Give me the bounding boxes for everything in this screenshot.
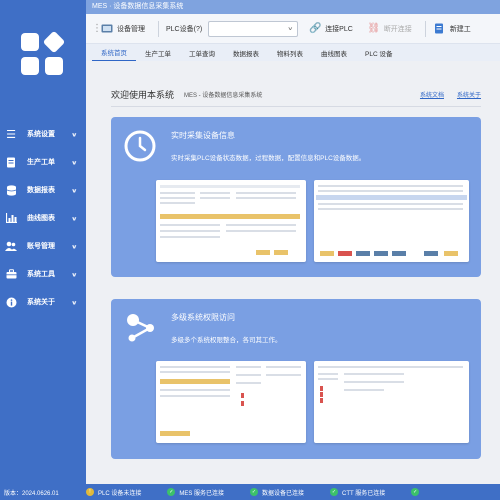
new-document-icon (433, 23, 447, 35)
sidebar-item-work-orders[interactable]: 生产工单 ∨ (0, 148, 86, 176)
sidebar-item-label: 系统工具 (27, 271, 55, 278)
disconnect-button[interactable]: ⛓ 断开连接 (367, 23, 412, 35)
new-work-order-button[interactable]: 新建工 (433, 23, 471, 35)
menu-icon: ☰ (6, 128, 16, 141)
info-icon (5, 296, 17, 308)
tab-data-reports[interactable]: 数据报表 (224, 48, 268, 61)
status-label: CTT 服务已连接 (342, 490, 386, 497)
status-label: 数据设备已连接 (262, 490, 305, 497)
status-ctt: ✓ CTT 服务已连接 (330, 488, 385, 497)
check-icon: ✓ (250, 488, 259, 496)
tab-plc-devices[interactable]: PLC 设备 (356, 48, 401, 61)
warning-icon: ! (86, 488, 94, 496)
users-icon (5, 240, 17, 252)
chevron-down-icon: ∨ (71, 270, 78, 278)
device-icon (100, 23, 114, 35)
unlink-icon: ⛓ (367, 23, 381, 34)
check-icon: ✓ (330, 488, 339, 496)
status-plc: ! PLC 设备未连接 (86, 488, 141, 497)
toolbar: ⋮ 设备管理 PLC设备(?) ∨ 🔗 连接PLC ⛓ 断开连接 新建工 (86, 14, 500, 44)
preview-screenshot (314, 180, 469, 262)
sidebar-nav: ☰ 系统设置 ∨ 生产工单 ∨ 数据报表 ∨ 曲线图表 ∨ 账号管理 ∨ 系统工… (0, 120, 86, 316)
sidebar-item-label: 系统关于 (27, 299, 55, 306)
plc-device-label: PLC设备(?) (166, 25, 203, 33)
about-link[interactable]: 系统关于 (457, 90, 481, 99)
status-extra: ✓ (411, 488, 423, 496)
sidebar-item-label: 账号管理 (27, 243, 55, 250)
sidebar-item-label: 数据报表 (27, 187, 55, 194)
card-description: 实时采集PLC设备状态数据，过程数据，配置信息和PLC设备数据。 (171, 155, 366, 162)
toolbar-divider (158, 20, 159, 37)
tab-work-orders[interactable]: 生产工单 (136, 48, 180, 61)
version-label: 版本：2024.0626.01 (4, 490, 59, 497)
chevron-down-icon: ∨ (71, 242, 78, 250)
status-label: PLC 设备未连接 (98, 490, 142, 497)
sidebar: ☰ 系统设置 ∨ 生产工单 ∨ 数据报表 ∨ 曲线图表 ∨ 账号管理 ∨ 系统工… (0, 0, 86, 484)
toolbox-icon (5, 268, 17, 280)
preview-screenshot (314, 361, 469, 443)
docs-link[interactable]: 系统文档 (420, 90, 444, 99)
divider (111, 106, 481, 107)
check-icon: ✓ (411, 488, 420, 496)
sidebar-item-about[interactable]: 系统关于 ∨ (0, 288, 86, 316)
document-icon (5, 156, 17, 168)
status-label: MES 服务已连接 (179, 490, 225, 497)
sidebar-item-label: 生产工单 (27, 159, 55, 166)
toolbar-divider (424, 20, 426, 37)
chevron-down-icon: ∨ (287, 25, 294, 31)
tab-home[interactable]: 系统首页 (92, 47, 136, 61)
chevron-down-icon: ∨ (71, 298, 78, 306)
window-title: MES · 设备数据信息采集系统 (86, 0, 500, 14)
sidebar-item-data-reports[interactable]: 数据报表 ∨ (0, 176, 86, 204)
preview-screenshot (156, 361, 306, 443)
database-icon (5, 184, 17, 196)
share-icon (123, 311, 157, 345)
card-title: 多级系统权限访问 (171, 313, 235, 322)
new-work-order-label: 新建工 (449, 25, 471, 33)
welcome-links: 系统文档 系统关于 (420, 90, 481, 99)
sidebar-item-charts[interactable]: 曲线图表 ∨ (0, 204, 86, 232)
welcome-subtitle: MES - 设备数据信息采集系统 (184, 92, 263, 99)
tab-order-query[interactable]: 工单查询 (180, 48, 224, 61)
chevron-down-icon: ∨ (71, 130, 78, 138)
status-mes: ✓ MES 服务已连接 (167, 488, 224, 497)
chevron-down-icon: ∨ (71, 186, 78, 194)
card-title: 实时采集设备信息 (171, 131, 235, 140)
disconnect-label: 断开连接 (383, 25, 412, 33)
device-manage-label: 设备管理 (117, 25, 145, 33)
connect-plc-label: 连接PLC (325, 25, 353, 33)
chevron-down-icon: ∨ (71, 158, 78, 166)
tab-materials[interactable]: 物料列表 (268, 48, 312, 61)
tab-charts[interactable]: 曲线图表 (312, 48, 356, 61)
chart-icon (5, 212, 17, 224)
check-icon: ✓ (167, 488, 176, 496)
link-icon: 🔗 (308, 23, 322, 34)
sidebar-item-label: 曲线图表 (27, 215, 55, 222)
sidebar-item-label: 系统设置 (27, 131, 55, 138)
feature-card-data-collection: 实时采集设备信息 实时采集PLC设备状态数据，过程数据，配置信息和PLC设备数据… (111, 117, 481, 277)
clock-icon (123, 129, 157, 163)
welcome-title: 欢迎使用本系统 (111, 89, 175, 100)
main-content: 欢迎使用本系统 MES - 设备数据信息采集系统 系统文档 系统关于 实时采集设… (86, 61, 500, 484)
status-bar: 版本：2024.0626.01 ! PLC 设备未连接 ✓ MES 服务已连接 … (0, 484, 500, 500)
welcome-header: 欢迎使用本系统 MES - 设备数据信息采集系统 系统文档 系统关于 (111, 86, 481, 102)
sidebar-item-system-settings[interactable]: ☰ 系统设置 ∨ (0, 120, 86, 148)
sidebar-item-tools[interactable]: 系统工具 ∨ (0, 260, 86, 288)
preview-screenshot (156, 180, 306, 262)
toolbar-grip-icon: ⋮ (92, 23, 102, 34)
card-description: 多级多个系统权限整合，各司其工作。 (171, 337, 282, 344)
device-manage-button[interactable]: 设备管理 (100, 23, 145, 35)
sidebar-item-accounts[interactable]: 账号管理 ∨ (0, 232, 86, 260)
plc-device-select[interactable]: ∨ (208, 20, 299, 37)
connect-plc-button[interactable]: 🔗 连接PLC (308, 23, 353, 35)
app-logo (21, 30, 66, 75)
status-data-device: ✓ 数据设备已连接 (250, 488, 304, 497)
chevron-down-icon: ∨ (71, 214, 78, 222)
feature-card-permissions: 多级系统权限访问 多级多个系统权限整合，各司其工作。 (111, 299, 481, 459)
tab-bar: 系统首页 生产工单 工单查询 数据报表 物料列表 曲线图表 PLC 设备 (86, 44, 500, 61)
